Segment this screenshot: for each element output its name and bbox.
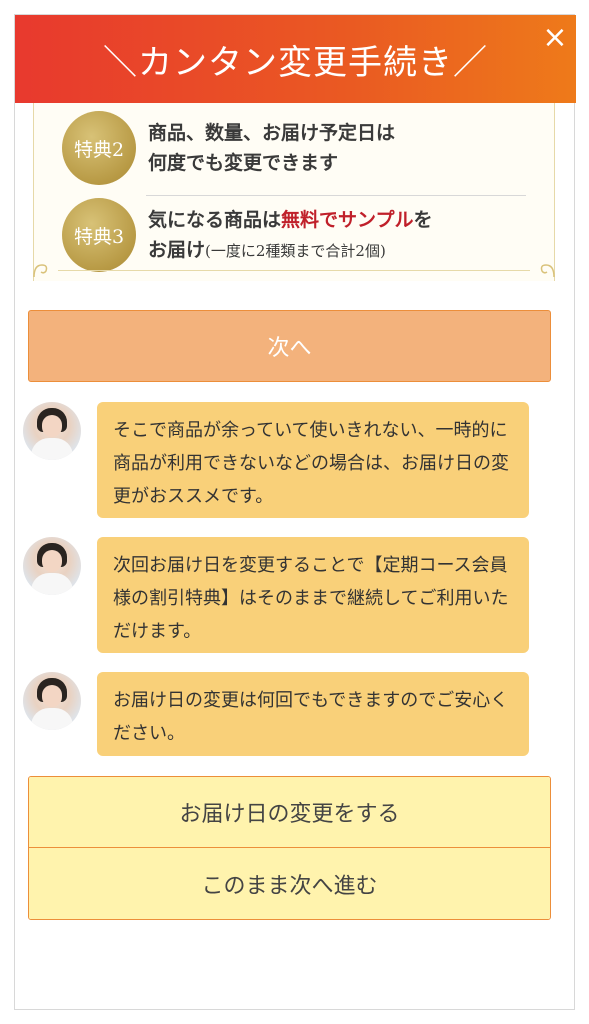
avatar bbox=[23, 537, 81, 595]
avatar bbox=[23, 402, 81, 460]
benefit-item-2: 特典2 商品、数量、お届け予定日は 何度でも変更できます bbox=[62, 109, 532, 187]
modal-header: ＼カンタン変更手続き／ × bbox=[15, 15, 576, 103]
next-button[interactable]: 次へ bbox=[28, 310, 551, 382]
benefit-line: 気になる商品は無料でサンプルを bbox=[148, 205, 432, 235]
benefit-text-part: 気になる商品は bbox=[148, 208, 282, 231]
modal-title: ＼カンタン変更手続き／ bbox=[103, 42, 488, 83]
ornament-icon bbox=[33, 264, 48, 278]
message-bubble: お届け日の変更は何回でもできますのでご安心ください。 bbox=[97, 672, 529, 756]
change-procedure-modal: ＼カンタン変更手続き／ × 特典2 商品、数量、お届け予定日は 何度でも変更でき… bbox=[14, 14, 576, 1010]
benefit-line: お届け(一度に2種類まで合計2個) bbox=[148, 235, 432, 266]
benefit-line: 何度でも変更できます bbox=[148, 152, 339, 174]
benefit-item-3: 特典3 気になる商品は無料でサンプルを お届け(一度に2種類まで合計2個) bbox=[62, 195, 532, 275]
avatar bbox=[23, 672, 81, 730]
benefit-text: 商品、数量、お届け予定日は 何度でも変更できます bbox=[148, 118, 395, 178]
benefit-text: 気になる商品は無料でサンプルを お届け(一度に2種類まで合計2個) bbox=[148, 205, 432, 266]
free-sample-highlight: 無料でサンプル bbox=[281, 208, 414, 231]
benefit-text-part: お届け bbox=[148, 238, 206, 261]
benefit-text-part: を bbox=[413, 208, 433, 231]
message-bubble: そこで商品が余っていて使いきれない、一時的に商品が利用できないなどの場合は、お届… bbox=[97, 402, 529, 518]
close-icon[interactable]: × bbox=[540, 23, 570, 53]
benefit-note: (一度に2種類まで合計2個) bbox=[205, 241, 386, 260]
benefit-badge: 特典3 bbox=[62, 198, 136, 272]
benefit-line: 商品、数量、お届け予定日は bbox=[148, 122, 396, 144]
change-delivery-date-button[interactable]: お届け日の変更をする bbox=[29, 777, 550, 848]
ornament-icon bbox=[540, 264, 555, 278]
divider bbox=[58, 270, 530, 271]
continue-button[interactable]: このまま次へ進む bbox=[29, 848, 550, 919]
action-group: お届け日の変更をする このまま次へ進む bbox=[28, 776, 551, 920]
benefit-panel: 特典2 商品、数量、お届け予定日は 何度でも変更できます 特典3 気になる商品は… bbox=[33, 103, 555, 281]
message-bubble: 次回お届け日を変更することで【定期コース会員様の割引特典】はそのままで継続してご… bbox=[97, 537, 529, 653]
benefit-badge: 特典2 bbox=[62, 111, 136, 185]
